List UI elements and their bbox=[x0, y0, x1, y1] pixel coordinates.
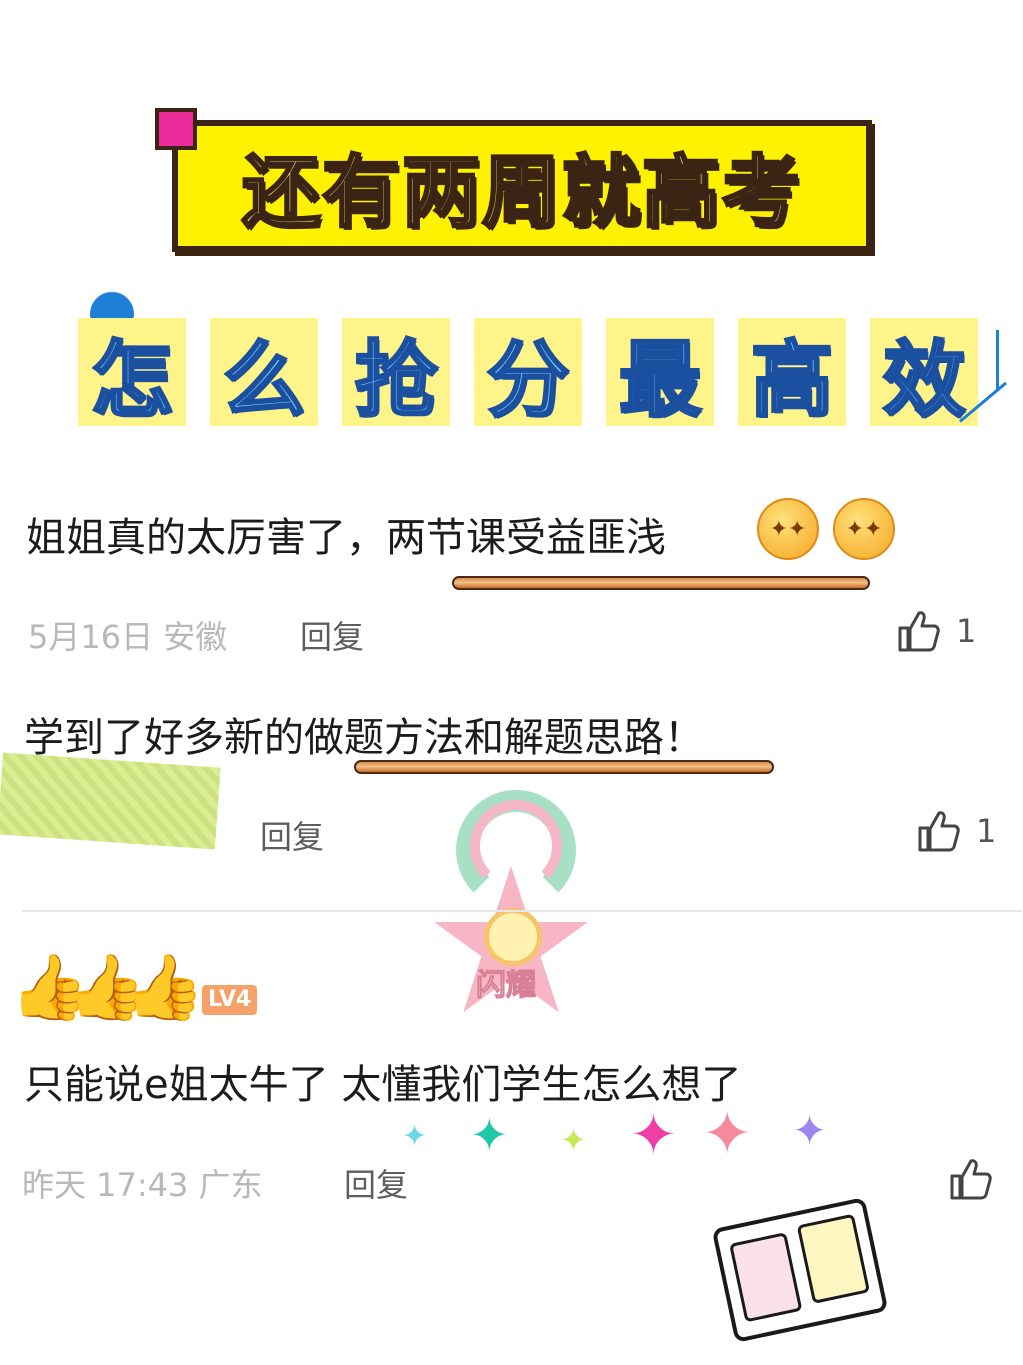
highlight-underline bbox=[354, 760, 774, 774]
subtitle-char-box: 抢 bbox=[342, 318, 450, 429]
subtitle-char: 分 bbox=[485, 331, 570, 429]
sparkle-icon: ✦ bbox=[402, 1119, 428, 1154]
subtitle-char-box: 么 bbox=[210, 318, 318, 429]
reply-button[interactable]: 回复 bbox=[260, 812, 324, 858]
book-page bbox=[729, 1232, 803, 1323]
highlight-underline bbox=[452, 576, 870, 590]
reply-button[interactable]: 回复 bbox=[300, 612, 364, 658]
medal-center bbox=[484, 908, 542, 966]
star-eyes-face-emoji-icon: ✦✦ bbox=[833, 498, 895, 560]
comment-meta: 5月16日 安徽 bbox=[28, 618, 228, 656]
thumbs-up-outline-icon[interactable] bbox=[896, 608, 942, 654]
thumbs-up-avatar[interactable]: 👍👍👍 bbox=[10, 950, 205, 1025]
subtitle: 怎 么 抢 分 最 高 效 bbox=[78, 318, 978, 434]
subtitle-char: 抢 bbox=[353, 331, 438, 429]
sparkle-icon: ✦ bbox=[470, 1108, 509, 1162]
open-book-icon bbox=[711, 1197, 889, 1343]
comment-text: 学到了好多新的做题方法和解题思路！ bbox=[24, 715, 704, 761]
subtitle-char-box: 怎 bbox=[78, 318, 186, 429]
subtitle-char: 最 bbox=[617, 331, 702, 429]
thumbs-up-outline-icon[interactable] bbox=[948, 1156, 994, 1202]
reply-button[interactable]: 回复 bbox=[344, 1160, 408, 1206]
level-badge: LV4 bbox=[202, 985, 258, 1015]
divider bbox=[22, 910, 1022, 912]
subtitle-char: 怎 bbox=[89, 331, 174, 429]
sparkle-icon: ✦ bbox=[630, 1103, 677, 1168]
comment-text: 只能说e姐太牛了 太懂我们学生怎么想了 bbox=[24, 1062, 742, 1108]
like-count: 1 bbox=[956, 612, 977, 650]
subtitle-char: 效 bbox=[881, 331, 966, 429]
washi-tape-sticker bbox=[0, 752, 221, 850]
page-title: 还有两周就高考 bbox=[240, 147, 802, 240]
subtitle-char-box: 分 bbox=[474, 318, 582, 429]
subtitle-char-box: 效 bbox=[870, 318, 978, 429]
comment-text: 姐姐真的太厉害了，两节课受益匪浅 bbox=[26, 515, 666, 561]
like-count: 1 bbox=[976, 812, 997, 850]
subtitle-char: 么 bbox=[221, 331, 306, 429]
decorative-pink-square bbox=[155, 108, 197, 150]
sparkle-icon: ✦ bbox=[702, 1099, 753, 1169]
subtitle-char-box: 最 bbox=[606, 318, 714, 429]
subtitle-char: 高 bbox=[749, 331, 834, 429]
sparkle-icon: ✦ bbox=[792, 1106, 828, 1155]
star-eyes-face-emoji-icon: ✦✦ bbox=[757, 498, 819, 560]
title-banner: 还有两周就高考 bbox=[172, 120, 872, 252]
comment-meta: 昨天 17:43 广东 bbox=[22, 1166, 263, 1204]
medal-label: 闪耀 bbox=[476, 968, 537, 1004]
decorative-blue-line bbox=[996, 330, 999, 390]
subtitle-char-box: 高 bbox=[738, 318, 846, 429]
sparkle-icon: ✦ bbox=[560, 1121, 587, 1159]
book-page bbox=[796, 1213, 871, 1304]
thumbs-up-outline-icon[interactable] bbox=[916, 808, 962, 854]
